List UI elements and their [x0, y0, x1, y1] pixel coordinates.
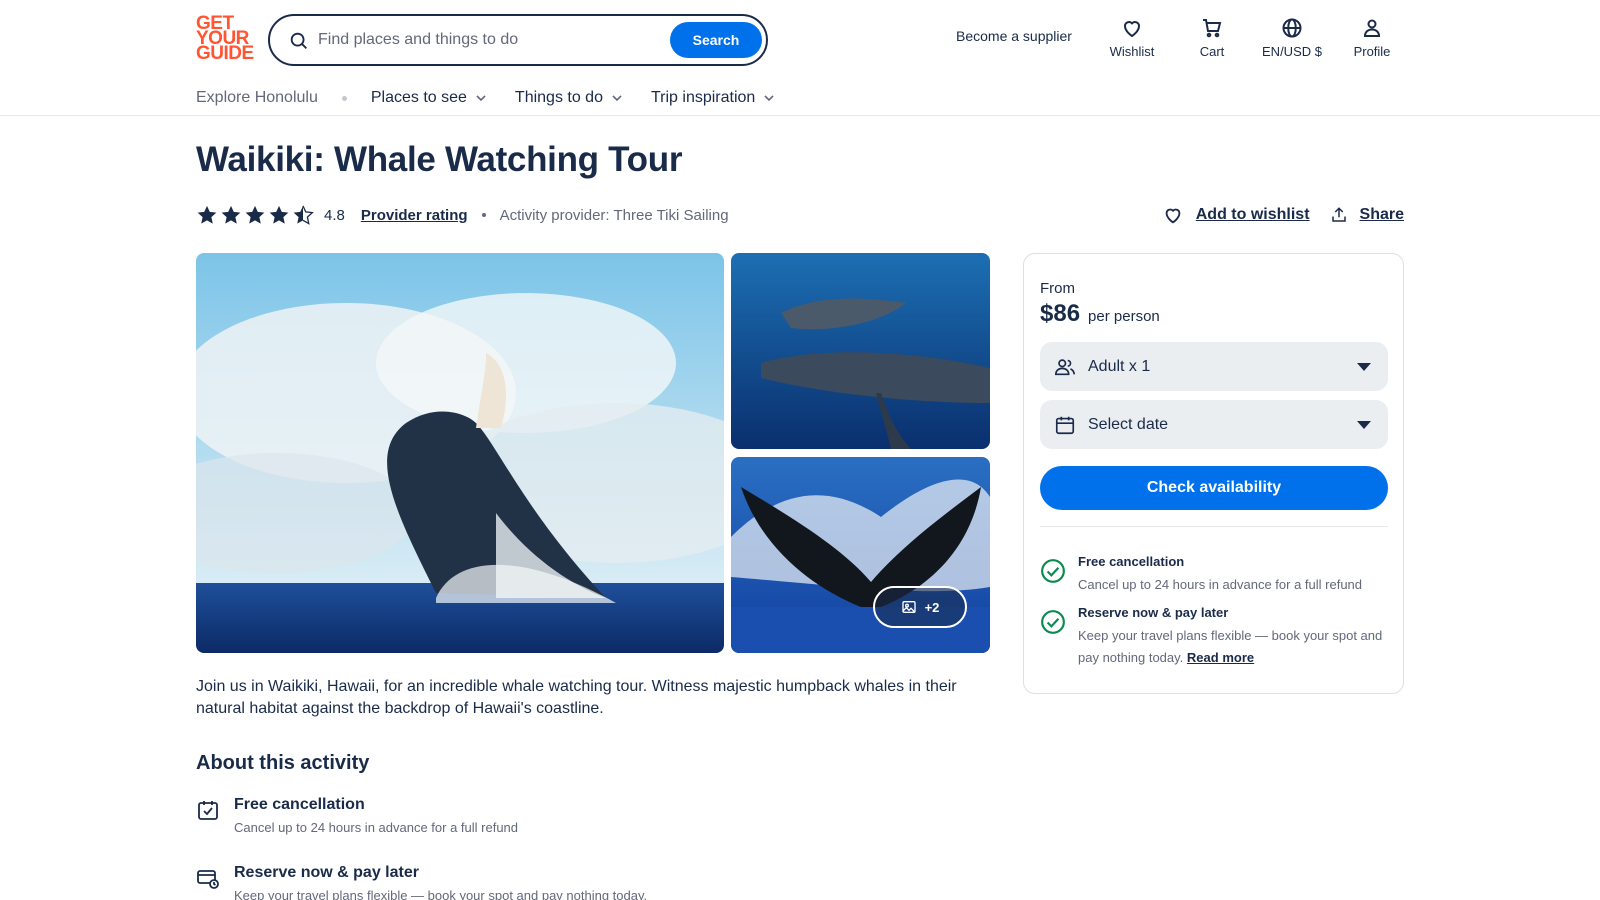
nav-language-currency[interactable]: EN/USD $ [1256, 16, 1328, 62]
globe-icon [1282, 18, 1302, 38]
profile-icon [1363, 19, 1381, 37]
search-bar: Search [268, 14, 768, 66]
participants-value: Adult x 1 [1088, 357, 1151, 375]
price-unit: per person [1088, 308, 1160, 325]
about-heading: About this activity [196, 752, 370, 774]
activity-provider: Activity provider: Three Tiki Sailing [499, 206, 729, 224]
about-item-subtitle: Keep your travel plans flexible — book y… [234, 888, 648, 900]
caret-down-icon [1357, 421, 1371, 429]
image-icon [901, 601, 916, 613]
search-input[interactable] [318, 26, 658, 54]
perk-title: Free cancellation [1078, 554, 1185, 569]
chevron-down-icon [764, 95, 774, 102]
caret-down-icon [1357, 363, 1371, 371]
become-supplier-link[interactable]: Become a supplier [956, 28, 1072, 44]
participants-icon [1055, 358, 1075, 375]
chevron-down-icon [476, 95, 486, 102]
heart-icon [1123, 21, 1141, 38]
chevron-down-icon [612, 95, 622, 102]
nav-wishlist[interactable]: Wishlist [1096, 16, 1168, 62]
card-clock-icon [197, 870, 219, 889]
heart-icon [1165, 208, 1181, 224]
share-button[interactable]: Share [1330, 206, 1404, 224]
about-item-title: Reserve now & pay later [234, 864, 419, 881]
provider-rating-link[interactable]: Provider rating [361, 207, 468, 224]
sub-navigation: Explore Honolulu Places to see Things to… [196, 86, 803, 110]
activity-description: Join us in Waikiki, Hawaii, for an incre… [196, 678, 957, 717]
explore-link[interactable]: Explore Honolulu [196, 89, 318, 107]
more-photos-count: +2 [924, 599, 940, 615]
about-item-subtitle: Cancel up to 24 hours in advance for a f… [234, 820, 519, 835]
participants-select[interactable]: Adult x 1 [1040, 342, 1388, 391]
perk-title: Reserve now & pay later [1078, 605, 1229, 620]
star-icon [221, 205, 241, 224]
nav-label: Wishlist [1109, 44, 1155, 59]
rating-row: 4.8 Provider rating Activity provider: T… [196, 202, 729, 228]
menu-label: Trip inspiration [650, 89, 756, 106]
share-label: Share [1359, 206, 1404, 223]
whales-underwater-image [731, 253, 990, 449]
search-icon [290, 32, 307, 49]
wishlist-label: Add to wishlist [1195, 206, 1310, 223]
calendar-check-icon [198, 801, 218, 820]
calendar-icon [1055, 416, 1075, 434]
nav-label: EN/USD $ [1262, 44, 1322, 59]
perk-subtitle: Keep your travel plans flexible — book y… [1078, 625, 1388, 669]
star-icon [197, 205, 217, 224]
brand-logo[interactable]: GET YOUR GUIDE [196, 14, 254, 64]
cart-icon [1203, 19, 1222, 38]
separator-dot [481, 213, 486, 217]
things-to-do-menu[interactable]: Things to do [515, 89, 623, 107]
nav-label: Profile [1353, 44, 1391, 59]
search-button[interactable]: Search [670, 22, 762, 58]
nav-profile[interactable]: Profile [1336, 16, 1408, 62]
price-amount: $86 [1040, 300, 1081, 327]
whale-breach-image [196, 253, 724, 653]
star-icon [269, 205, 289, 224]
check-availability-button[interactable]: Check availability [1040, 466, 1388, 510]
perk-subtitle: Cancel up to 24 hours in advance for a f… [1078, 577, 1363, 592]
wishlist-share-actions: Add to wishlist Share [1162, 202, 1404, 228]
separator-dot [341, 95, 347, 101]
nav-label: Cart [1199, 44, 1225, 59]
add-to-wishlist-button[interactable]: Add to wishlist [1162, 204, 1310, 226]
check-circle-icon [1041, 559, 1065, 583]
check-circle-icon [1041, 610, 1065, 634]
main-photo-whale-breach[interactable] [196, 253, 724, 653]
star-half-icon [293, 205, 314, 225]
menu-label: Things to do [514, 89, 603, 106]
date-select[interactable]: Select date [1040, 400, 1388, 449]
logo-line: GUIDE [196, 43, 254, 64]
divider [1040, 526, 1388, 527]
about-item-title: Free cancellation [234, 796, 365, 813]
rating-value: 4.8 [324, 206, 345, 224]
share-icon [1331, 207, 1346, 222]
nav-cart[interactable]: Cart [1176, 16, 1248, 62]
menu-label: Places to see [370, 89, 467, 106]
from-label: From [1040, 280, 1075, 297]
site-header: GET YOUR GUIDE Search Become a supplier … [0, 0, 1600, 116]
booking-card: From $86 per person Adult x 1 Select dat… [1023, 253, 1404, 694]
star-icon [245, 205, 265, 224]
page-title: Waikiki: Whale Watching Tour [196, 140, 683, 179]
star-rating [196, 204, 316, 226]
price: $86 per person [1040, 300, 1160, 328]
date-value: Select date [1088, 415, 1169, 433]
places-to-see-menu[interactable]: Places to see [371, 89, 487, 107]
read-more-link[interactable]: Read more [1187, 650, 1254, 665]
photo-whales-underwater[interactable] [731, 253, 990, 449]
more-photos-button[interactable]: +2 [873, 586, 967, 628]
trip-inspiration-menu[interactable]: Trip inspiration [651, 89, 775, 107]
